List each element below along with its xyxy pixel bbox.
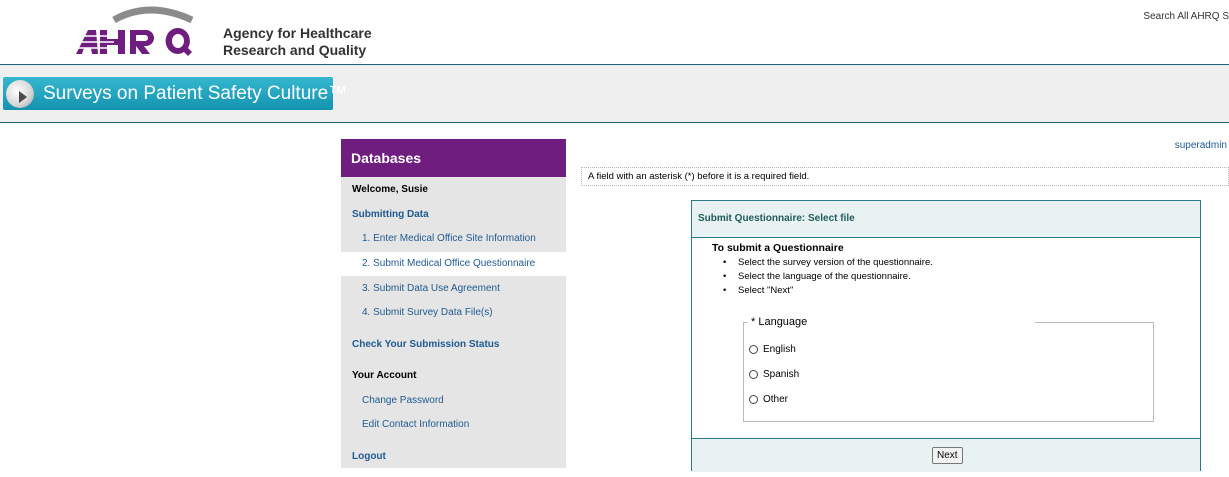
submit-questionnaire-panel: Submit Questionnaire: Select file To sub…: [691, 200, 1201, 472]
sidebar-title: Databases: [341, 139, 566, 177]
language-fieldset: [743, 322, 1154, 422]
language-legend: * Language: [749, 316, 810, 328]
sidebar-change-password[interactable]: Change Password: [341, 395, 566, 406]
instructions-list: Select the survey version of the questio…: [712, 256, 933, 298]
sidebar-item-enter-site-info[interactable]: 1. Enter Medical Office Site Information: [341, 233, 566, 244]
ahrq-logo[interactable]: [74, 6, 210, 58]
sidebar-edit-contact[interactable]: Edit Contact Information: [341, 419, 566, 430]
radio-button-icon[interactable]: [749, 345, 758, 354]
play-arrow-icon: [19, 91, 27, 103]
instruction-item: Select "Next": [712, 284, 933, 298]
sidebar-item-submit-data-files[interactable]: 4. Submit Survey Data File(s): [341, 307, 566, 318]
agency-name-line1: Agency for Healthcare: [223, 25, 372, 41]
sidebar-check-status[interactable]: Check Your Submission Status: [341, 339, 566, 350]
banner-title: Surveys on Patient Safety Culture™: [43, 83, 348, 104]
agency-name: Agency for Healthcare Research and Quali…: [223, 25, 372, 59]
play-circle-icon: [6, 80, 34, 108]
your-account-heading: Your Account: [352, 370, 417, 381]
required-field-notice: A field with an asterisk (*) before it i…: [581, 167, 1229, 186]
sidebar-logout[interactable]: Logout: [341, 451, 566, 462]
radio-label: Other: [763, 394, 789, 405]
radio-label: Spanish: [763, 369, 800, 380]
radio-other[interactable]: Other: [749, 394, 788, 405]
radio-english[interactable]: English: [749, 344, 796, 355]
next-button[interactable]: Next: [932, 447, 963, 464]
fieldset-border: [1035, 322, 1153, 323]
search-link[interactable]: Search All AHRQ S: [1143, 11, 1229, 22]
radio-spanish[interactable]: Spanish: [749, 369, 799, 380]
instruction-item: Select the survey version of the questio…: [712, 256, 933, 270]
instructions-title: To submit a Questionnaire: [712, 242, 844, 254]
radio-button-icon[interactable]: [749, 370, 758, 379]
panel-footer: Next: [692, 438, 1200, 472]
sidebar-nav: Databases Welcome, Susie Submitting Data…: [341, 139, 566, 468]
sidebar-submitting-data[interactable]: Submitting Data: [341, 209, 566, 220]
sidebar-item-submit-dua[interactable]: 3. Submit Data Use Agreement: [341, 283, 566, 294]
sops-banner[interactable]: Surveys on Patient Safety Culture™: [3, 77, 347, 110]
banner-bar: Surveys on Patient Safety Culture™: [0, 65, 1229, 123]
instruction-item: Select the language of the questionnaire…: [712, 270, 933, 284]
radio-label: English: [763, 344, 796, 355]
panel-title: Submit Questionnaire: Select file: [692, 201, 1200, 238]
fieldset-border: [743, 322, 748, 323]
radio-button-icon[interactable]: [749, 395, 758, 404]
site-header: Agency for Healthcare Research and Quali…: [0, 0, 1229, 65]
user-link[interactable]: superadmin: [1175, 140, 1227, 151]
agency-name-line2: Research and Quality: [223, 42, 367, 58]
sidebar-item-submit-questionnaire[interactable]: 2. Submit Medical Office Questionnaire: [341, 252, 566, 276]
welcome-text: Welcome, Susie: [352, 184, 428, 195]
